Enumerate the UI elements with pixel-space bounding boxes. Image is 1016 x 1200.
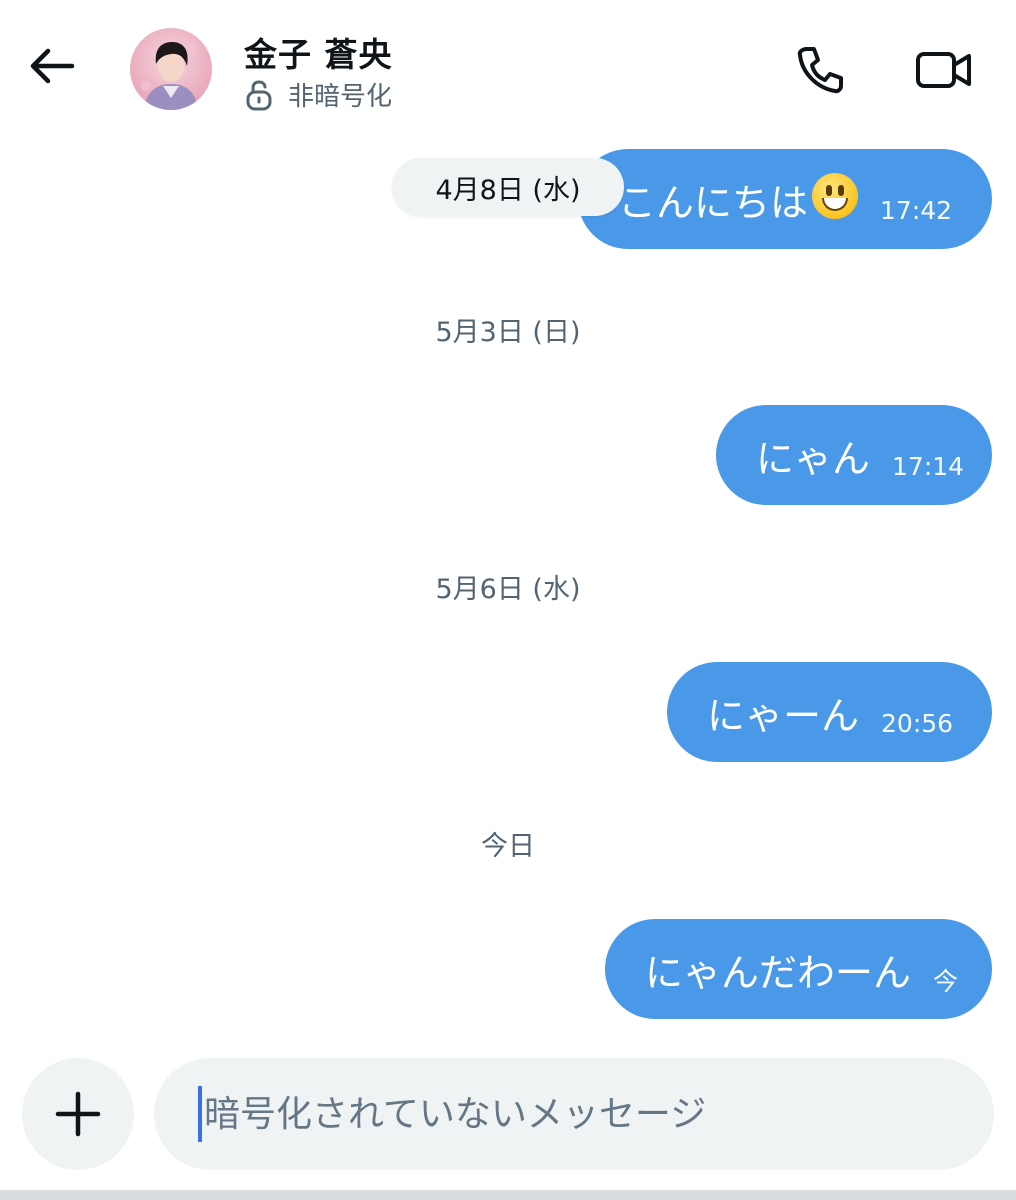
contact-name[interactable]: 金子 蒼央 [244,28,393,76]
message-time: 20:56 [881,708,954,738]
unlocked-icon [246,79,272,110]
message-text: にゃーん [707,693,860,738]
message-bubble[interactable]: にゃん 17:14 [716,405,992,505]
dm-conversation-screen: 金子 蒼央 非暗号化 こんにちは 17:42 4月8日 (水) 5月3日 (日) [0,0,1016,1200]
phone-icon [797,47,843,94]
message-bubble[interactable]: こんにちは 17:42 [578,149,992,249]
message-bubble[interactable]: にゃんだわーん 今 [605,919,992,1019]
video-call-button[interactable] [912,42,976,98]
encryption-status: 非暗号化 [288,82,393,112]
date-separator: 5月6日 (水) [435,574,581,605]
date-separator-floating: 4月8日 (水) [392,158,624,216]
encryption-status-row[interactable]: 非暗号化 [244,76,392,113]
arrow-left-icon [30,48,75,84]
smiley-emoji-icon [812,173,859,219]
add-attachment-button[interactable] [22,1058,134,1170]
bottom-edge-bar [0,1190,1016,1200]
message-bubble[interactable]: にゃーん 20:56 [667,662,992,762]
plus-icon [55,1091,101,1137]
date-separator: 今日 [481,831,535,862]
message-time: 17:42 [880,195,953,225]
message-text: にゃん [756,436,871,481]
date-separator: 5月3日 (日) [435,317,581,348]
back-button[interactable] [24,38,80,94]
message-time: 17:14 [892,451,965,481]
message-input[interactable] [202,1092,966,1136]
message-text: こんにちは [618,180,809,225]
video-camera-icon [916,52,971,88]
message-time: 今 [933,967,959,996]
call-button[interactable] [792,42,848,98]
message-input-container[interactable] [154,1058,994,1170]
avatar-photo [141,42,198,110]
message-text: にゃんだわーん [645,950,912,995]
avatar[interactable] [130,28,212,110]
